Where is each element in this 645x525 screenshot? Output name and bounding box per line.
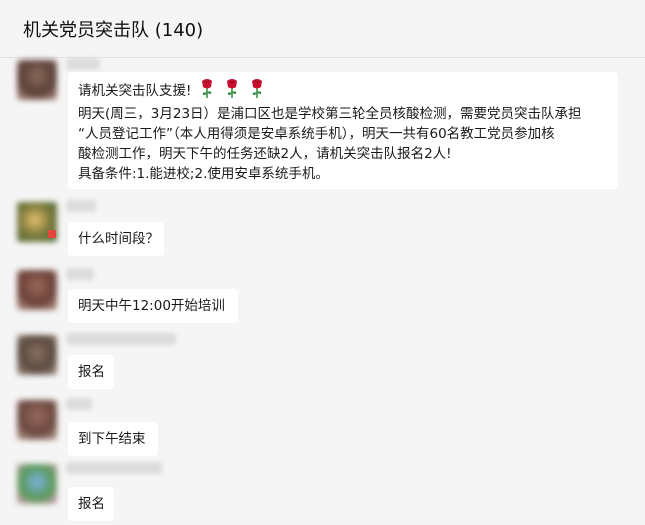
- sender-name: [66, 200, 96, 212]
- message-line: 具备条件:1.能进校;2.使用安卓系统手机。: [78, 166, 329, 182]
- message-bubble[interactable]: 明天中午12:00开始培训: [68, 289, 238, 323]
- rose-icon: [227, 79, 238, 98]
- message-bubble[interactable]: 什么时间段？: [68, 222, 164, 256]
- rose-icon: [252, 79, 263, 98]
- rose-icon: [201, 79, 212, 98]
- message-line: 酸检测工作，明天下午的任务还缺2人，请机关突击队报名2人!: [78, 146, 452, 162]
- avatar[interactable]: [17, 60, 57, 100]
- avatar[interactable]: [17, 464, 57, 504]
- avatar[interactable]: [17, 400, 57, 440]
- avatar[interactable]: [17, 335, 57, 375]
- status-badge: [48, 230, 56, 238]
- message-text: 明天中午12:00开始培训: [78, 298, 225, 314]
- chat-header: 机关党员突击队 (140): [0, 0, 645, 58]
- avatar[interactable]: [17, 270, 57, 310]
- message-line: “人员登记工作”（本人用得须是安卓系统手机），明天一共有60名教工党员参加核: [78, 126, 555, 142]
- message-text: 报名: [78, 364, 105, 380]
- rose-emoji-group: [200, 78, 272, 104]
- message-bubble[interactable]: 到下午结束: [68, 422, 158, 456]
- message-line: 明天(周三，3月23日）是浦口区也是学校第三轮全员核酸检测，需要党员突击队承担: [78, 106, 582, 122]
- message-line: 请机关突击队支援!: [78, 78, 608, 104]
- sender-name: [66, 333, 176, 345]
- message-bubble[interactable]: 报名: [68, 355, 114, 389]
- sender-name: [66, 398, 92, 410]
- message-bubble[interactable]: 报名: [68, 487, 114, 521]
- message-text: 请机关突击队支援!: [78, 83, 192, 99]
- group-title: 机关党员突击队 (140): [23, 20, 204, 41]
- message-text: 什么时间段？: [78, 231, 159, 247]
- sender-name: [66, 462, 162, 474]
- sender-name: [66, 58, 100, 70]
- message-text: 到下午结束: [78, 431, 146, 447]
- sender-name: [66, 268, 94, 280]
- message-text: 报名: [78, 496, 105, 512]
- message-bubble[interactable]: 请机关突击队支援! 明天(周三，3月23日）是浦口区也是学校第三轮全员核酸检测，…: [68, 72, 618, 189]
